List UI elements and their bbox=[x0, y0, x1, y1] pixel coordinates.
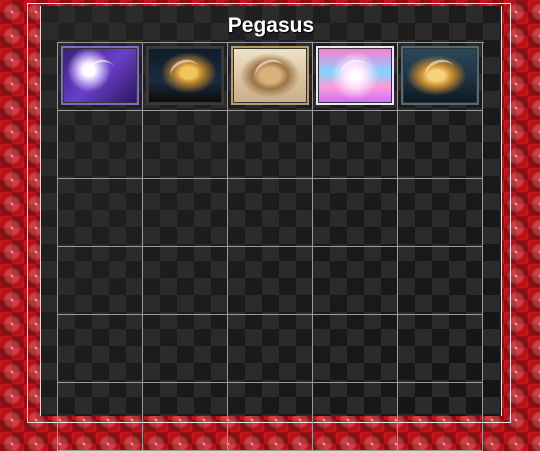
board-cell[interactable] bbox=[398, 43, 483, 111]
page-title: Pegasus bbox=[227, 14, 315, 37]
board-cell-empty[interactable] bbox=[143, 383, 228, 451]
board-cell-empty[interactable] bbox=[398, 315, 483, 383]
board-cell-empty[interactable] bbox=[398, 383, 483, 451]
board-cell-empty[interactable] bbox=[228, 315, 313, 383]
board-cell[interactable] bbox=[58, 43, 143, 111]
board-cell-empty[interactable] bbox=[58, 179, 143, 247]
board-cell-empty[interactable] bbox=[58, 111, 143, 179]
pegasus-image-4[interactable] bbox=[316, 46, 394, 105]
board-cell-empty[interactable] bbox=[313, 383, 398, 451]
board-cell[interactable] bbox=[313, 43, 398, 111]
board-cell-empty[interactable] bbox=[143, 111, 228, 179]
board-cell-empty[interactable] bbox=[313, 315, 398, 383]
board-cell-empty[interactable] bbox=[313, 111, 398, 179]
board-cell-empty[interactable] bbox=[58, 383, 143, 451]
board-cell-empty[interactable] bbox=[313, 179, 398, 247]
board-cell-empty[interactable] bbox=[58, 315, 143, 383]
board-cell-empty[interactable] bbox=[228, 247, 313, 315]
pegasus-image-3[interactable] bbox=[231, 46, 309, 105]
board-cell-empty[interactable] bbox=[58, 247, 143, 315]
board-cell-empty[interactable] bbox=[143, 315, 228, 383]
board-cell-empty[interactable] bbox=[143, 247, 228, 315]
pegasus-image-2[interactable] bbox=[146, 46, 224, 105]
game-board bbox=[57, 42, 484, 451]
board-cell[interactable] bbox=[143, 43, 228, 111]
pegasus-image-1[interactable] bbox=[61, 46, 139, 105]
board-cell[interactable] bbox=[228, 43, 313, 111]
board-cell-empty[interactable] bbox=[313, 247, 398, 315]
board-cell-empty[interactable] bbox=[228, 111, 313, 179]
pegasus-image-5[interactable] bbox=[401, 46, 479, 105]
board-cell-empty[interactable] bbox=[398, 247, 483, 315]
board-cell-empty[interactable] bbox=[143, 179, 228, 247]
board-cell-empty[interactable] bbox=[398, 111, 483, 179]
board-cell-empty[interactable] bbox=[228, 179, 313, 247]
board-cell-empty[interactable] bbox=[228, 383, 313, 451]
board-cell-empty[interactable] bbox=[398, 179, 483, 247]
